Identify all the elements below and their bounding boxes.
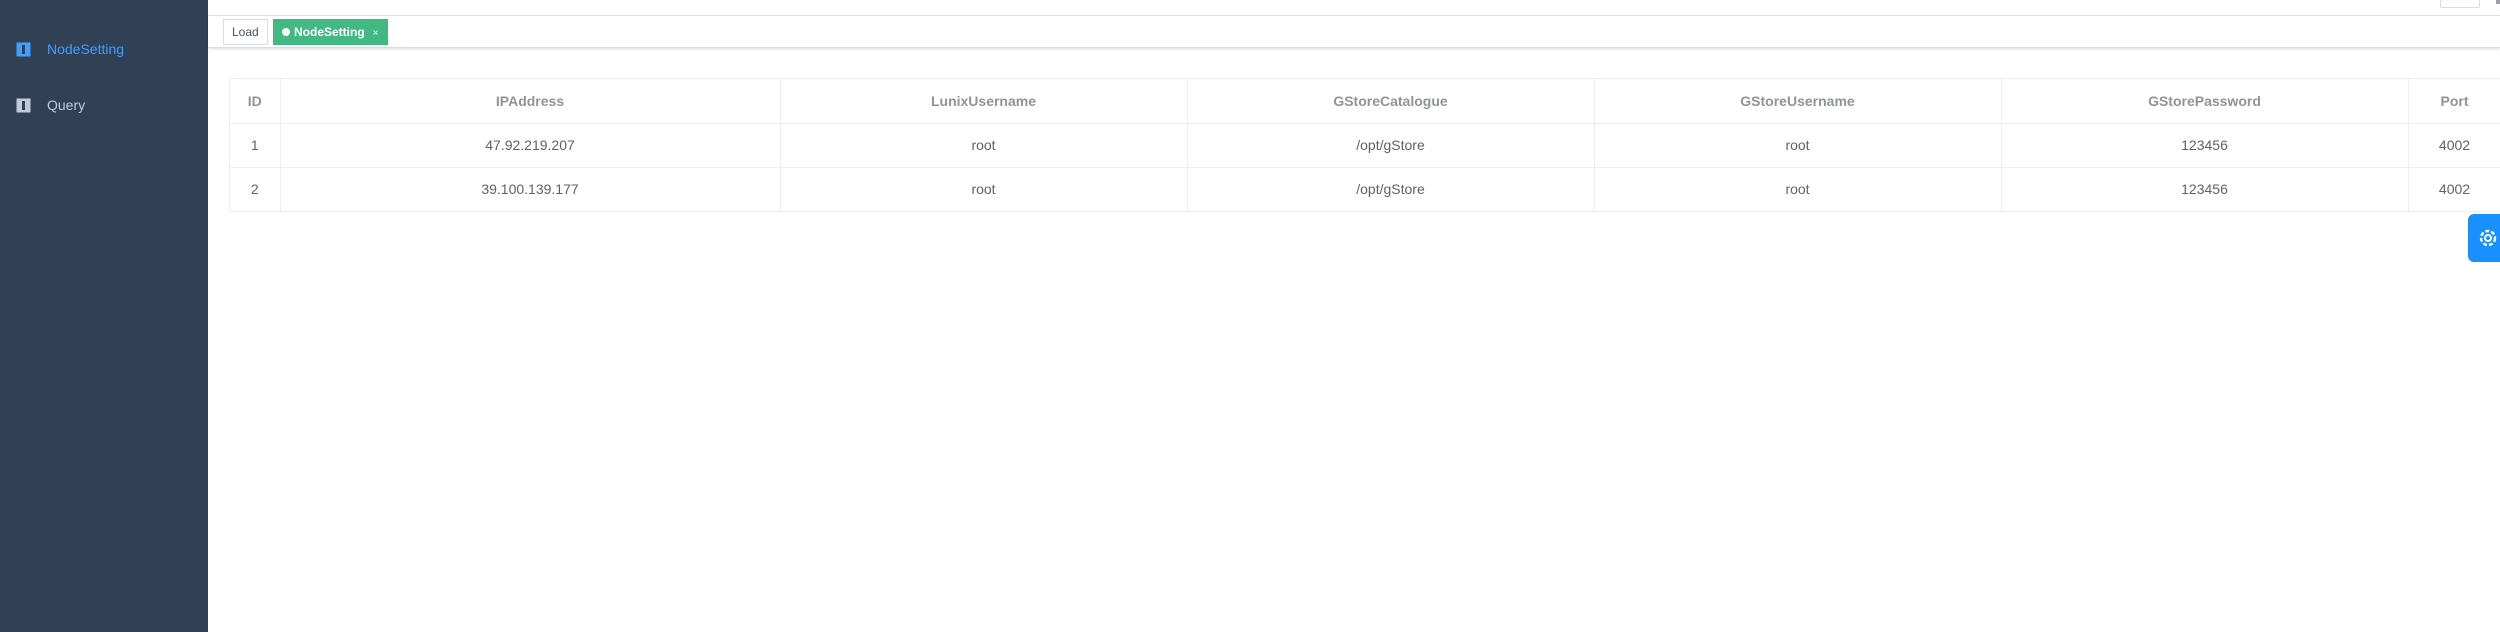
node-table: ID IPAddress LunixUsername GStoreCatalog… bbox=[229, 78, 2500, 212]
tag-label: NodeSetting bbox=[294, 25, 365, 39]
sidebar: NodeSetting Query bbox=[0, 0, 208, 632]
column-header-gstorepassword[interactable]: GStorePassword bbox=[2001, 79, 2409, 124]
column-header-port[interactable]: Port bbox=[2408, 79, 2500, 124]
sidebar-item-label: NodeSetting bbox=[47, 41, 125, 57]
column-header-gstorecatalogue[interactable]: GStoreCatalogue bbox=[1187, 79, 1595, 124]
cell-ipaddress: 39.100.139.177 bbox=[280, 167, 781, 212]
sidebar-item-label: Query bbox=[47, 97, 86, 113]
cell-lunixusername: root bbox=[780, 123, 1188, 168]
cell-port: 4002 bbox=[2408, 123, 2500, 168]
cell-gstorepassword: 123456 bbox=[2001, 167, 2409, 212]
caret-icon bbox=[2496, 0, 2500, 4]
cell-id: 2 bbox=[230, 167, 281, 212]
gear-icon bbox=[2479, 229, 2497, 247]
table-header-row: ID IPAddress LunixUsername GStoreCatalog… bbox=[230, 79, 2500, 124]
active-dot-icon bbox=[282, 28, 290, 36]
cell-id: 1 bbox=[230, 123, 281, 168]
navbar-dropdown[interactable] bbox=[2440, 0, 2480, 8]
cell-lunixusername: root bbox=[780, 167, 1188, 212]
column-header-gstoreusername[interactable]: GStoreUsername bbox=[1594, 79, 2002, 124]
tags-view: Load NodeSetting × bbox=[208, 16, 2500, 48]
table-icon bbox=[16, 42, 31, 56]
sidebar-item-query[interactable]: Query bbox=[0, 77, 208, 133]
tag-nodesetting[interactable]: NodeSetting × bbox=[273, 19, 388, 45]
column-header-lunixusername[interactable]: LunixUsername bbox=[780, 79, 1188, 124]
cell-gstoreusername: root bbox=[1594, 167, 2002, 212]
cell-gstoreusername: root bbox=[1594, 123, 2002, 168]
settings-button[interactable] bbox=[2468, 214, 2500, 262]
sidebar-item-nodesetting[interactable]: NodeSetting bbox=[0, 21, 208, 77]
table-row[interactable]: 2 39.100.139.177 root /opt/gStore root 1… bbox=[230, 167, 2500, 212]
column-header-id[interactable]: ID bbox=[230, 79, 281, 124]
cell-ipaddress: 47.92.219.207 bbox=[280, 123, 781, 168]
table-row[interactable]: 1 47.92.219.207 root /opt/gStore root 12… bbox=[230, 123, 2500, 168]
cell-gstorecatalogue: /opt/gStore bbox=[1187, 123, 1595, 168]
column-header-ipaddress[interactable]: IPAddress bbox=[280, 79, 781, 124]
cell-gstorecatalogue: /opt/gStore bbox=[1187, 167, 1595, 212]
close-icon[interactable]: × bbox=[373, 28, 379, 39]
tag-label: Load bbox=[232, 25, 259, 39]
cell-gstorepassword: 123456 bbox=[2001, 123, 2409, 168]
navbar bbox=[208, 0, 2500, 16]
cell-port: 4002 bbox=[2408, 167, 2500, 212]
tag-load[interactable]: Load bbox=[223, 19, 268, 45]
table-icon bbox=[16, 98, 31, 112]
